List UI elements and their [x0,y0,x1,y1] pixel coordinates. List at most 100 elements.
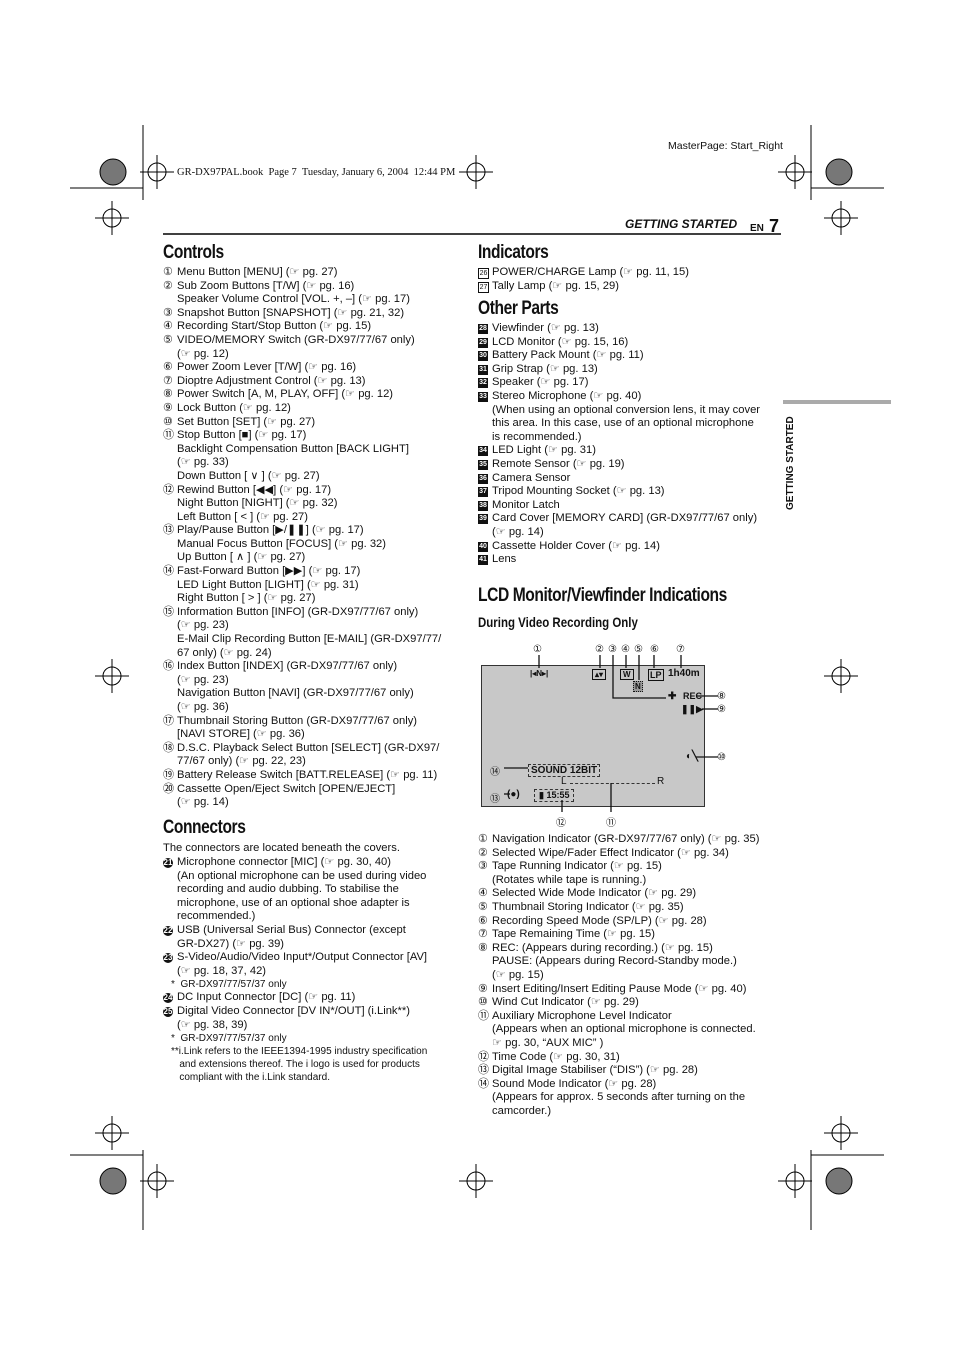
item-number: ② [478,846,488,859]
other-parts-heading: Other Parts [478,298,559,319]
item-text: Rewind Button [◀◀] (☞ pg. 17) [177,483,332,496]
item-text: D.S.C. Playback Select Button [SELECT] (… [177,741,440,754]
item-text: camcorder.) [492,1104,552,1117]
item-number: ③ [478,860,488,873]
item-text: Dioptre Adjustment Control (☞ pg. 13) [177,374,366,387]
item-text: Play/Pause Button [▶/❚❚] (☞ pg. 17) [177,524,364,537]
list-item: ④ Recording Start/Stop Button (☞ pg. 15) [163,320,468,334]
item-number: ⑭ [478,1077,489,1090]
item-number: 22 [163,925,173,936]
item-text: E-Mail Clip Recording Button [E-MAIL] (G… [177,633,442,646]
language-label: EN [750,223,764,234]
crop-marks [70,125,891,1230]
list-item: 26 POWER/CHARGE Lamp (☞ pg. 11, 15) [478,266,689,280]
list-item: ⑪ Auxiliary Microphone Level Indicator (Ap… [478,1010,759,1051]
indicators-heading: Indicators [478,242,549,263]
item-number: ⑧ [478,941,488,954]
item-text: (Rotates while tape is running.) [492,873,647,886]
item-text: recommended.) [177,910,256,923]
item-number: 41 [478,555,488,566]
item-number: 23 [163,953,173,964]
item-number: ② [163,279,173,292]
controls-list: ① Menu Button [MENU] (☞ pg. 27) ② Sub Zoom … [163,266,468,810]
indicators-list: 26 POWER/CHARGE Lamp (☞ pg. 11, 15) 27 Tall… [478,266,689,293]
item-text: Insert Editing/Insert Editing Pause Mode… [492,982,747,995]
item-text: PAUSE: (Appears during Record-Standby mo… [492,955,737,968]
item-text: Up Button [ ∧ ] (☞ pg. 27) [177,551,306,564]
item-number: ⑫ [163,483,174,496]
item-number: ⑦ [478,928,488,941]
item-number: 36 [478,473,488,484]
list-item: 40 Cassette Holder Cover (☞ pg. 14) [478,540,760,554]
list-item: ⑬ Digital Image Stabiliser (“DIS”) (☞ pg.… [478,1064,759,1078]
item-text: Thumbnail Storing Indicator (☞ pg. 35) [492,900,684,913]
list-item: 41 Lens [478,553,760,567]
item-text: Index Button [INDEX] (GR-DX97/77/67 only… [177,660,398,673]
item-text: Selected Wide Mode Indicator (☞ pg. 29) [492,887,697,900]
item-number: 25 [163,1006,173,1017]
item-text: is recommended.) [492,430,582,443]
item-text: Recording Start/Stop Button (☞ pg. 15) [177,320,372,333]
item-text: Navigation Indicator (GR-DX97/77/67 only… [492,833,760,845]
list-item: ⑫ Rewind Button [◀◀] (☞ pg. 17) Night Butt… [163,484,468,525]
item-text: Backlight Compensation Button [BACK LIGH… [177,442,409,455]
item-number: ⑤ [478,900,488,913]
item-text: [NAVI STORE] (☞ pg. 36) [177,728,305,741]
item-text: Right Button [ > ] (☞ pg. 27) [177,592,316,605]
list-item: ② Selected Wipe/Fader Effect Indicator (☞… [478,847,759,861]
item-text: Sound Mode Indicator (☞ pg. 28) [492,1077,657,1090]
list-item: 38 Monitor Latch [478,499,760,513]
item-text: Cassette Holder Cover (☞ pg. 14) [492,539,660,552]
item-text: LCD Monitor (☞ pg. 15, 16) [492,335,629,348]
controls-heading: Controls [163,242,224,263]
item-text: Left Button [ < ] (☞ pg. 27) [177,510,308,523]
item-number: ⑧ [163,388,173,401]
item-text: Tally Lamp (☞ pg. 15, 29) [492,279,619,292]
list-item: ⑳ Cassette Open/Eject Switch [OPEN/EJECT]… [163,783,468,810]
list-item: ⑤ VIDEO/MEMORY Switch (GR-DX97/77/67 only… [163,334,468,361]
item-number: 26 [478,268,489,279]
item-number: 21 [163,858,173,868]
item-text: LED Light (☞ pg. 31) [492,444,596,457]
item-text: Camera Sensor [492,471,571,484]
list-item: 30 Battery Pack Mount (☞ pg. 11) [478,349,760,363]
item-text: Digital Video Connector [DV IN*/OUT] (i.… [177,1004,410,1017]
list-item: 35 Remote Sensor (☞ pg. 19) [478,458,760,472]
item-text: Tripod Mounting Socket (☞ pg. 13) [492,485,665,498]
list-item: 25 Digital Video Connector [DV IN*/OUT] (… [163,1005,468,1032]
callout-lines [504,655,718,812]
item-text: (Appears for approx. 5 seconds after tur… [492,1091,746,1104]
item-number: ④ [478,887,488,900]
list-item: ③ Tape Running Indicator (☞ pg. 15) (Rotat… [478,860,759,887]
footnote: * GR-DX97/77/57/37 only [171,979,287,991]
list-item: ⑱ D.S.C. Playback Select Button [SELECT] … [163,742,468,769]
item-number: ⑳ [163,782,174,795]
section-header: GETTING STARTED [625,217,738,231]
list-item: ① Menu Button [MENU] (☞ pg. 27) [163,266,468,280]
item-text: Speaker (☞ pg. 17) [492,376,589,389]
master-page-label: MasterPage: Start_Right [668,140,783,152]
item-number: 40 [478,541,488,552]
item-number: ③ [163,306,173,319]
list-item: 21 Microphone connector [MIC] (☞ pg. 30, … [163,856,468,924]
list-item: ⑨ Insert Editing/Insert Editing Pause Mod… [478,983,759,997]
item-number: 34 [478,446,488,457]
item-number: ⑦ [163,374,173,387]
item-number: ⑰ [163,714,174,727]
item-text: USB (Universal Serial Bus) Connector (ex… [177,923,406,936]
list-item: 33 Stereo Microphone (☞ pg. 40) (When usin… [478,390,760,444]
list-item: ⑧ REC: (Appears during recording.) (☞ pg.… [478,942,759,983]
item-text: Selected Wipe/Fader Effect Indicator (☞ … [492,846,729,859]
list-item: ⑦ Dioptre Adjustment Control (☞ pg. 13) [163,375,468,389]
list-item: 39 Card Cover [MEMORY CARD] (GR-DX97/77/6… [478,512,760,539]
item-number: ⑤ [163,333,173,346]
item-number: 29 [478,337,488,348]
item-number: ⑩ [478,996,488,1009]
list-item: ③ Snapshot Button [SNAPSHOT] (☞ pg. 21, 3… [163,307,468,321]
list-item: ④ Selected Wide Mode Indicator (☞ pg. 29) [478,887,759,901]
list-item: ⑩ Wind Cut Indicator (☞ pg. 29) [478,996,759,1010]
item-number: ⑮ [163,605,174,618]
item-number: 27 [478,281,489,293]
item-number: ⑥ [163,361,173,374]
list-item: ② Sub Zoom Buttons [T/W] (☞ pg. 16) Speake… [163,280,468,307]
